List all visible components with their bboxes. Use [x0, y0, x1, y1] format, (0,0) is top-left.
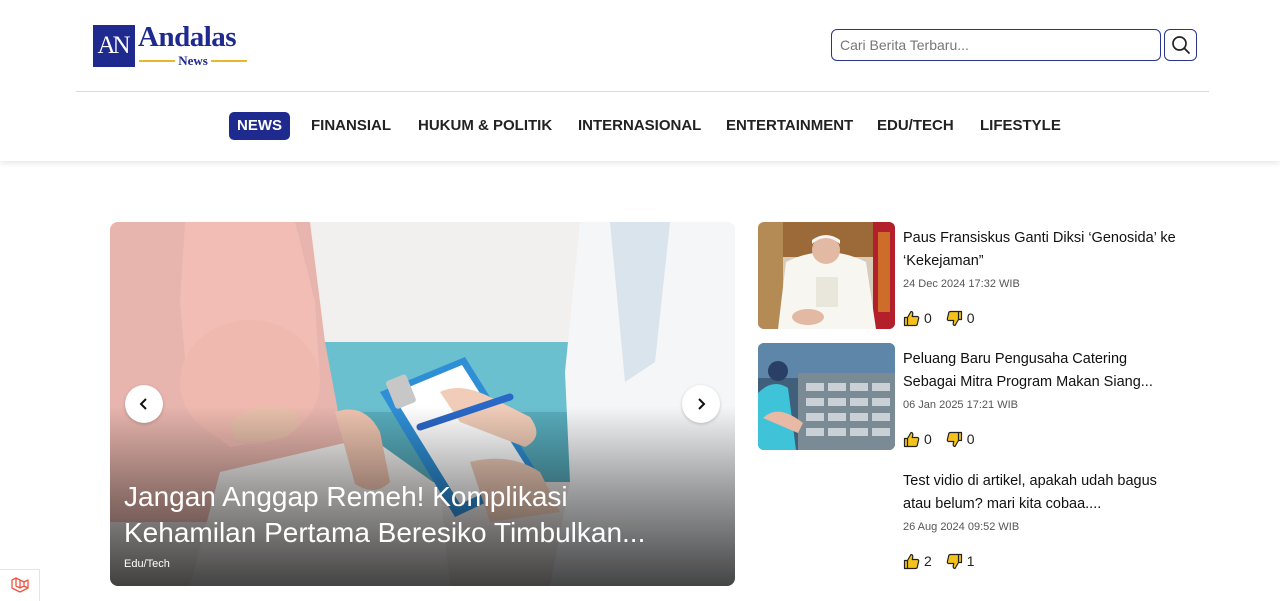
like-count: 0 — [924, 431, 932, 447]
logo-name: Andalas — [138, 21, 237, 53]
dislike-count: 0 — [966, 431, 975, 447]
header-divider — [76, 91, 1209, 92]
article-thumbnail[interactable] — [758, 222, 895, 329]
nav-item-finansial[interactable]: FINANSIAL — [311, 112, 391, 140]
article-image — [758, 222, 895, 329]
dislike-button[interactable]: 0 — [946, 431, 975, 448]
article-title[interactable]: Test vidio di artikel, apakah udah bagus… — [903, 470, 1183, 516]
site-logo[interactable]: AN Andalas News — [93, 21, 248, 69]
like-count: 2 — [924, 553, 932, 569]
logo-rule-left — [139, 60, 176, 62]
chevron-left-icon — [139, 398, 147, 410]
search-icon — [1171, 36, 1190, 54]
thumbs-up-icon — [903, 553, 920, 569]
nav-item-entertainment[interactable]: ENTERTAINMENT — [726, 112, 853, 140]
nav-item-edu-tech[interactable]: EDU/TECH — [877, 112, 954, 140]
hero-slider[interactable]: Jangan Anggap Remeh! Komplikasi Kehamila… — [110, 222, 735, 586]
article-image — [758, 343, 895, 450]
debugbar-toggle[interactable] — [0, 569, 40, 601]
logo-mark: AN — [93, 25, 135, 67]
search-input[interactable] — [831, 29, 1161, 61]
hero-category[interactable]: Edu/Tech — [124, 558, 170, 570]
dislike-count: 0 — [966, 310, 975, 326]
nav-item-news[interactable]: NEWS — [229, 112, 290, 140]
article-reactions: 0 0 — [903, 429, 989, 449]
slider-prev-button[interactable] — [125, 385, 163, 423]
thumbs-down-icon — [946, 310, 962, 326]
dislike-button[interactable]: 1 — [946, 553, 975, 570]
logo-subline: News — [139, 53, 248, 68]
article-thumbnail[interactable] — [758, 343, 895, 450]
article-date: 26 Aug 2024 09:52 WIB — [903, 521, 1020, 533]
slider-next-button[interactable] — [682, 385, 720, 423]
dislike-count: 1 — [966, 553, 975, 569]
search-button[interactable] — [1164, 29, 1197, 61]
main-nav: NEWS FINANSIAL HUKUM & POLITIK INTERNASI… — [0, 112, 1280, 140]
nav-item-internasional[interactable]: INTERNASIONAL — [578, 112, 701, 140]
site-header: AN Andalas News NEWS FINANSIAL HUKUM & P… — [0, 0, 1280, 161]
dislike-button[interactable]: 0 — [946, 310, 975, 327]
article-reactions: 0 0 — [903, 308, 989, 328]
like-count: 0 — [924, 310, 932, 326]
like-button[interactable]: 0 — [903, 310, 932, 327]
thumbs-down-icon — [946, 553, 962, 569]
article-title[interactable]: Peluang Baru Pengusaha Catering Sebagai … — [903, 348, 1183, 394]
chevron-right-icon — [698, 398, 706, 410]
logo-text: Andalas News — [138, 21, 248, 69]
thumbs-up-icon — [903, 431, 920, 447]
nav-item-hukum-politik[interactable]: HUKUM & POLITIK — [418, 112, 552, 140]
article-date: 24 Dec 2024 17:32 WIB — [903, 278, 1020, 290]
laravel-icon — [10, 576, 29, 593]
thumbs-down-icon — [946, 431, 962, 447]
thumbs-up-icon — [903, 310, 920, 326]
logo-rule-right — [210, 60, 248, 62]
like-button[interactable]: 0 — [903, 431, 932, 448]
article-reactions: 2 1 — [903, 551, 989, 571]
like-button[interactable]: 2 — [903, 553, 932, 570]
logo-sub: News — [178, 53, 208, 68]
nav-item-lifestyle[interactable]: LIFESTYLE — [980, 112, 1061, 140]
article-date: 06 Jan 2025 17:21 WIB — [903, 399, 1018, 411]
article-title[interactable]: Paus Fransiskus Ganti Diksi ‘Genosida’ k… — [903, 227, 1183, 273]
hero-title[interactable]: Jangan Anggap Remeh! Komplikasi Kehamila… — [124, 479, 684, 551]
